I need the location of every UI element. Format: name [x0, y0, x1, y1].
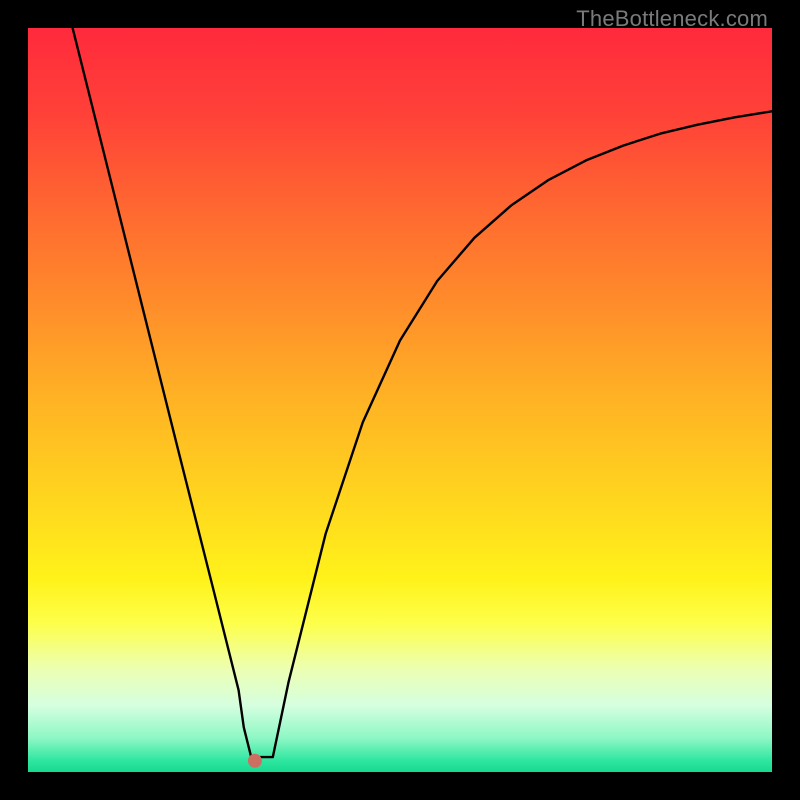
- gradient-background: [28, 28, 772, 772]
- min-point-marker: [248, 754, 262, 768]
- chart-stage: TheBottleneck.com: [0, 0, 800, 800]
- plot-area: [28, 28, 772, 772]
- plot-svg: [28, 28, 772, 772]
